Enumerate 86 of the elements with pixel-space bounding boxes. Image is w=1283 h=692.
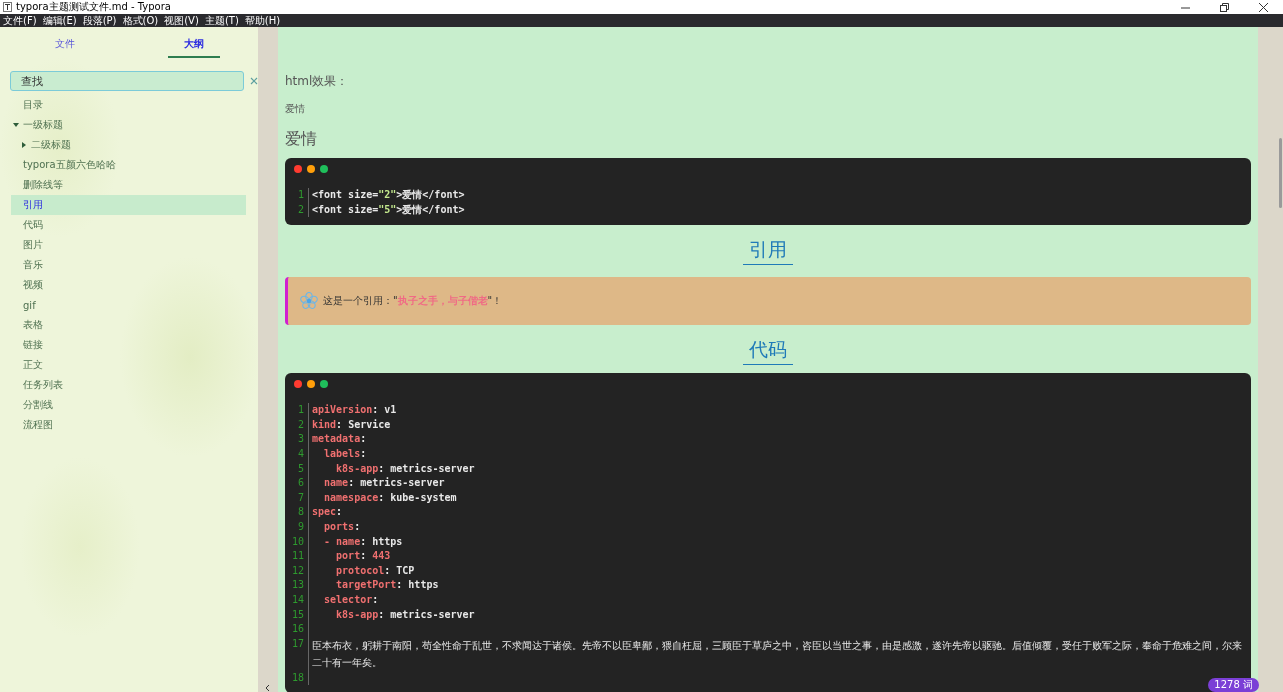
code-line: port: 443	[335, 549, 392, 564]
line-number: 2	[285, 202, 309, 218]
line-number: 12	[285, 563, 309, 579]
code-line: spec:	[311, 505, 344, 520]
window-dot-icon	[307, 380, 315, 389]
flower-icon	[300, 292, 318, 311]
window-dot-icon	[294, 165, 302, 173]
outline-item[interactable]: 目录	[11, 95, 246, 115]
code-line: <font size="2">爱情</font>	[311, 188, 466, 202]
code-line: namespace: kube-system	[323, 490, 458, 505]
line-number: 7	[285, 490, 309, 506]
line-number: 10	[285, 534, 309, 550]
outline-item[interactable]: gif	[11, 295, 246, 315]
outline-item[interactable]: typora五颜六色哈哈	[11, 155, 246, 175]
code-line: - name: https	[323, 534, 404, 549]
section-heading: 代码	[743, 337, 793, 366]
menu-item[interactable]: 帮助(H)	[241, 14, 284, 27]
code-line: k8s-app: metrics-server	[335, 607, 476, 622]
code-line: name: metrics-server	[323, 476, 446, 491]
line-number: 9	[285, 519, 309, 535]
line-number: 14	[285, 592, 309, 608]
outline-item[interactable]: 删除线等	[11, 175, 246, 195]
paragraph: html效果：	[285, 73, 350, 90]
sidebar-tab[interactable]: 文件	[0, 35, 129, 58]
code-line: kind: Service	[311, 417, 392, 432]
outline-item[interactable]: 表格	[11, 315, 246, 335]
menu-item[interactable]: 主题(T)	[201, 14, 242, 27]
line-number: 4	[285, 446, 309, 462]
restore-icon[interactable]	[1219, 1, 1230, 13]
line-number: 13	[285, 578, 309, 593]
outline-item[interactable]: 音乐	[11, 255, 246, 275]
code-line: <font size="5">爱情</font>	[311, 202, 466, 217]
window-dot-icon	[307, 165, 315, 173]
small-text: 爱情	[285, 102, 306, 116]
code-line: protocol: TCP	[335, 563, 416, 578]
caret-down-icon[interactable]	[13, 122, 19, 128]
line-number: 5	[285, 461, 309, 477]
outline-item[interactable]: 分割线	[11, 395, 246, 415]
line-number: 1	[285, 188, 309, 203]
outline-item[interactable]: 一级标题	[11, 115, 246, 135]
window-dot-icon	[294, 380, 302, 389]
quote-text: 这是一个引用："执子之手，与子偕老"！	[323, 294, 503, 309]
line-number: 16	[285, 622, 309, 637]
window-dot-icon	[320, 165, 328, 173]
menu-item[interactable]: 编辑(E)	[39, 14, 80, 27]
line-number: 17	[285, 636, 309, 671]
close-icon[interactable]	[1258, 1, 1269, 13]
code-line: targetPort: https	[335, 578, 440, 593]
line-number: 8	[285, 505, 309, 520]
outline-item[interactable]: 链接	[11, 335, 246, 355]
code-line: apiVersion: v1	[311, 403, 398, 418]
outline-item[interactable]: 二级标题	[11, 135, 246, 155]
line-number: 2	[285, 417, 309, 433]
outline-item[interactable]: 引用	[11, 195, 246, 215]
menu-item[interactable]: 文件(F)	[0, 14, 40, 27]
code-line: labels:	[323, 446, 368, 461]
sidebar-tab[interactable]: 大纲	[129, 35, 258, 58]
code-line: metadata:	[311, 432, 368, 447]
section-heading: 引用	[743, 237, 793, 266]
word-count: 1278 词	[1208, 678, 1259, 692]
outline-item[interactable]: 视频	[11, 275, 246, 295]
outline-item[interactable]: 图片	[11, 235, 246, 255]
line-number: 1	[285, 403, 309, 418]
line-number: 6	[285, 476, 309, 491]
outline-item[interactable]: 正文	[11, 355, 246, 375]
menu-item[interactable]: 格式(O)	[119, 14, 162, 27]
line-number: 3	[285, 432, 309, 447]
line-number: 15	[285, 607, 309, 623]
search-field[interactable]: 查找	[10, 71, 244, 91]
line-number: 18	[285, 670, 309, 686]
window-title: typora主题测试文件.md - Typora	[16, 0, 172, 14]
outline-item[interactable]: 代码	[11, 215, 246, 235]
large-text: 爱情	[285, 129, 318, 150]
menu-item[interactable]: 视图(V)	[161, 14, 202, 27]
menu-item[interactable]: 段落(P)	[79, 14, 120, 27]
code-line: ports:	[323, 519, 362, 534]
code-line: k8s-app: metrics-server	[335, 461, 476, 476]
scrollbar-thumb[interactable]	[1279, 138, 1282, 208]
outline-item[interactable]: 任务列表	[11, 375, 246, 395]
code-line: selector:	[323, 592, 380, 607]
outline-item[interactable]: 流程图	[11, 415, 246, 435]
window-dot-icon	[320, 380, 328, 389]
caret-right-icon[interactable]	[21, 142, 27, 148]
code-line: 臣本布衣，躬耕于南阳，苟全性命于乱世，不求闻达于诸侯。先帝不以臣卑鄙，猥自枉屈，三顾臣于草庐之中，咨臣以当世之事，由是感激，遂许先帝以驱驰。后值倾覆，受任于败军之际，奉命于危难之间，尔来二十有一年矣。	[311, 638, 1243, 670]
chevron-left-icon[interactable]	[264, 684, 272, 692]
line-number: 11	[285, 549, 309, 564]
